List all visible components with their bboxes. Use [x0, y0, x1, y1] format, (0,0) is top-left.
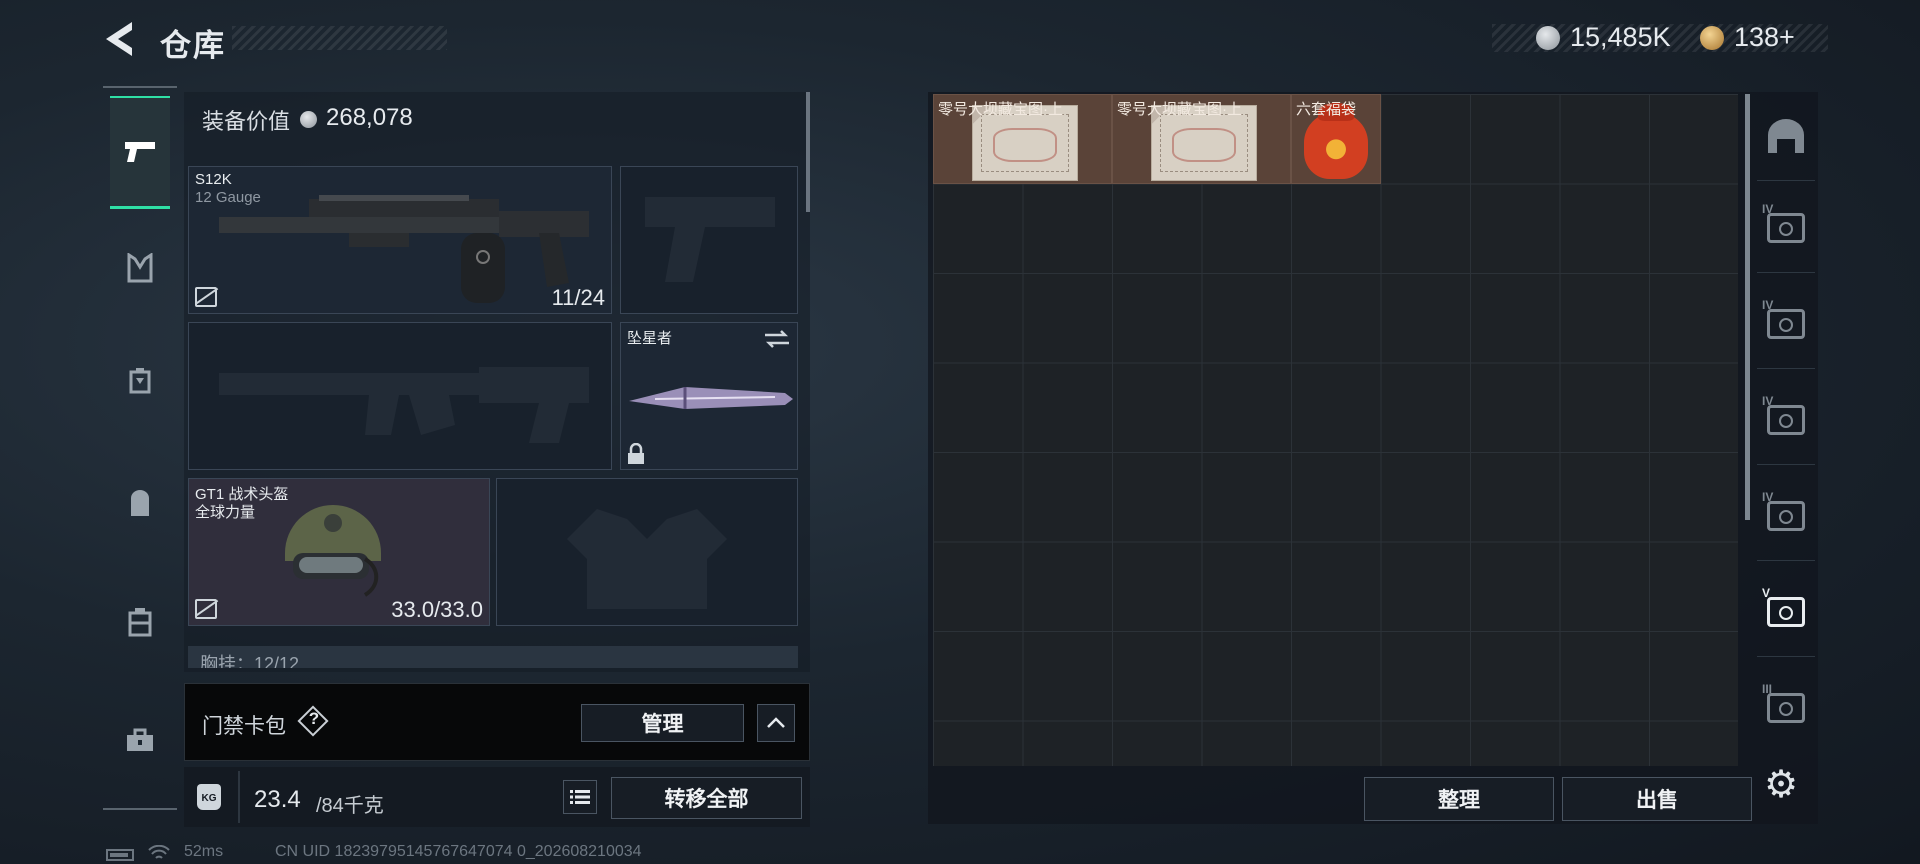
gold-currency-amount[interactable]: 138+ [1734, 22, 1795, 53]
storage-tab-case[interactable]: IV [1757, 472, 1815, 561]
case-level: IV [1762, 394, 1774, 408]
gold-coin-icon [1700, 26, 1724, 50]
rifle-placeholder-icon [219, 367, 589, 443]
lock-icon [628, 443, 644, 464]
storage-scrollbar[interactable] [1745, 94, 1750, 520]
pistol-slot[interactable] [620, 166, 798, 314]
toolbox-icon[interactable] [110, 710, 170, 770]
case-level: V [1762, 586, 1771, 600]
storage-item[interactable]: 零号大坝藏宝图·上 [1112, 94, 1291, 184]
item-name: 六套福袋 [1296, 101, 1357, 118]
storage-item[interactable]: 六套福袋 [1291, 94, 1381, 184]
item-name: 零号大坝藏宝图·上 [1117, 101, 1242, 118]
armor-vest-icon[interactable] [110, 238, 170, 298]
weight-icon: KG [197, 784, 221, 810]
equipment-value: 268,078 [326, 104, 413, 131]
storage-item[interactable]: 零号大坝藏宝图·上 [933, 94, 1112, 184]
sort-button[interactable]: 整理 [1364, 777, 1554, 821]
storage-tab-rail: IV IV IV IV V III [1757, 92, 1815, 762]
max-weight: /84千克 [316, 795, 384, 817]
storage-tab-main[interactable] [1757, 92, 1815, 181]
swap-icon[interactable] [763, 329, 791, 349]
case-level: IV [1762, 202, 1774, 216]
back-arrow-icon[interactable] [102, 20, 138, 58]
collapse-button[interactable] [757, 704, 795, 742]
case-icon: IV [1762, 490, 1805, 531]
body-armor-slot[interactable] [496, 478, 798, 626]
chest-rig-row[interactable]: 胸挂：12/12 [188, 646, 798, 668]
pistol-icon[interactable] [110, 96, 170, 209]
storage-tab-case[interactable]: III [1757, 664, 1815, 752]
list-icon [570, 790, 590, 804]
storage-tab-case-active[interactable]: V [1757, 568, 1815, 657]
case-level: III [1762, 682, 1773, 696]
helmet-durability: 33.0/33.0 [391, 597, 483, 622]
silver-coin-icon [300, 111, 317, 128]
helmet-icon [285, 505, 381, 597]
weapon-caliber: 12 Gauge [195, 189, 261, 206]
primary-weapon-slot[interactable]: S12K 12 Gauge 11/24 [188, 166, 612, 314]
silver-coin-icon [1536, 26, 1560, 50]
storage-tab-case[interactable]: IV [1757, 184, 1815, 273]
battery-icon [106, 849, 134, 861]
transfer-all-button[interactable]: 转移全部 [611, 777, 802, 819]
chevron-up-icon [767, 717, 785, 728]
pistol-placeholder-icon [645, 197, 775, 282]
equipment-scrollbar[interactable] [806, 92, 810, 212]
category-sidebar [103, 86, 177, 810]
storage-tab-case[interactable]: IV [1757, 280, 1815, 369]
blade-icon [629, 387, 793, 409]
case-level: IV [1762, 490, 1774, 504]
warehouse-icon [1768, 119, 1804, 153]
manage-button[interactable]: 管理 [581, 704, 744, 742]
access-card-pack-label: 门禁卡包 [202, 715, 286, 738]
helmet-slot[interactable]: GT1 战术头盔 全球力量 33.0/33.0 [188, 478, 490, 626]
sell-button[interactable]: 出售 [1562, 777, 1752, 821]
uid-label: CN UID 18239795145767647074 0_2026082100… [275, 843, 642, 860]
case-icon: IV [1762, 202, 1805, 243]
case-icon: IV [1762, 298, 1805, 339]
armor-placeholder-icon [567, 509, 727, 609]
help-mark: ? [308, 709, 320, 728]
item-name: 零号大坝藏宝图·上 [938, 101, 1063, 118]
secondary-weapon-slot[interactable] [188, 322, 612, 470]
settings-gear-icon[interactable]: ⚙ [1764, 762, 1798, 807]
safe-box-icon[interactable] [110, 592, 170, 652]
silver-currency-amount: 15,485K [1570, 22, 1671, 52]
wifi-icon [148, 845, 170, 859]
equipment-value-label: 装备价值 [202, 109, 291, 134]
ping-label: 52ms [184, 843, 224, 860]
storage-tab-case[interactable]: IV [1757, 376, 1815, 465]
case-level: IV [1762, 298, 1774, 312]
no-insurance-icon [195, 287, 217, 307]
weapon-ammo-count: 11/24 [551, 285, 605, 310]
weapon-name: S12K [195, 171, 232, 188]
chest-rig-label: 胸挂：12/12 [200, 654, 300, 668]
page-title: 仓库 [160, 28, 226, 63]
no-insurance-icon [195, 599, 217, 619]
divider [238, 771, 240, 823]
case-icon: III [1762, 682, 1805, 723]
title-decoration [232, 26, 447, 50]
melee-name: 坠星者 [627, 330, 673, 347]
storage-grid[interactable] [933, 94, 1738, 766]
list-view-button[interactable] [563, 780, 597, 814]
current-weight: 23.4 [254, 786, 301, 813]
case-icon: V [1762, 586, 1805, 627]
chest-rig-icon[interactable] [110, 351, 170, 411]
backpack-icon[interactable] [110, 474, 170, 534]
lucky-bag-icon [1304, 103, 1368, 179]
helmet-brand: 全球力量 [195, 504, 256, 521]
melee-slot[interactable]: 坠星者 [620, 322, 798, 470]
case-icon: IV [1762, 394, 1805, 435]
